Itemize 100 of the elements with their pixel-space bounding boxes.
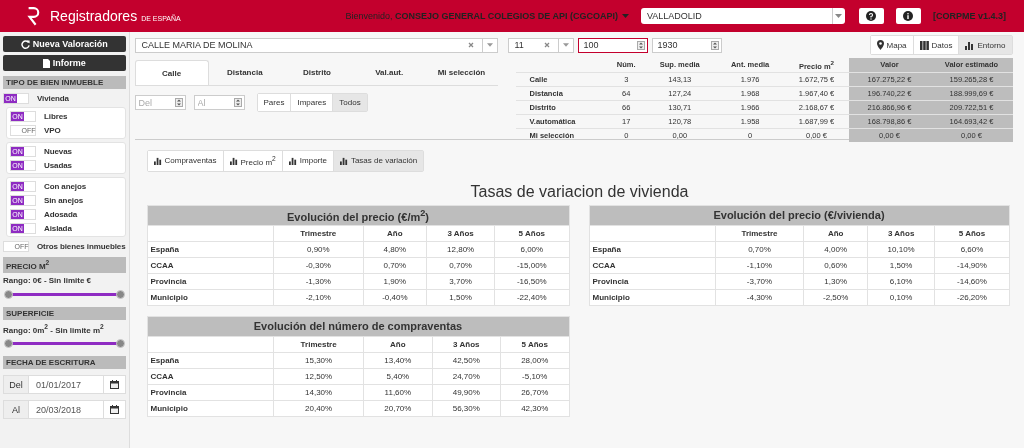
table-cell: 42,30% [500,400,569,417]
table-cell: -14,60% [934,273,1009,290]
section-heading: PRECIO M$^{2}$ [3,257,126,273]
column-header: 3 Años [426,225,495,242]
row-label: CCAA [147,368,274,385]
table-cell: 11,60% [363,384,433,401]
chart-tab[interactable]: Tasas de variación [333,151,424,171]
column-header: 3 Años [432,336,501,353]
parity-button[interactable]: Todos [333,94,367,111]
help-icon [866,11,877,21]
grid-icon [919,40,929,50]
toggle-label: Usadas [44,160,72,170]
table-cell: 26,70% [500,384,569,401]
table-cell: 3,70% [426,273,495,290]
row-label: Provincia [589,273,715,290]
number-field[interactable]: 100 [577,37,648,53]
table-cell: 13,40% [363,352,433,369]
range-text: Rango: 0m$^{2}$ - Sin limite m$^{2}$ [3,322,105,335]
table-cell: 0,70% [363,257,427,274]
row-label: España [147,352,274,369]
filter-tab[interactable]: Val.aut. [353,60,426,85]
bar-chart-icon [229,156,238,165]
toggle-label: Otros bienes inmuebles [37,241,126,251]
row-label: Municipio [147,400,274,417]
slider-handle[interactable] [116,339,125,349]
section-heading: FECHA DE ESCRITURA [3,356,126,370]
toggle-label: Sin anejos [44,195,83,205]
filter-tab[interactable]: Calle [134,60,209,85]
spinner-icon [233,98,242,107]
table-cell: -16,50% [494,273,569,290]
row-label: España [589,241,715,258]
row-label: Municipio [147,289,274,306]
dropdown-icon [831,8,845,24]
logo-icon [26,6,40,26]
column-header: 3 Años [867,225,935,242]
row-label: Provincia [147,273,274,290]
map-pin-icon [876,40,884,50]
parity-button[interactable]: Pares [257,94,292,111]
table-cell: 0,10% [867,289,935,306]
slider-handle[interactable] [3,289,13,299]
page-title: Tasas de variacion de vivienda [469,182,690,201]
toggle-label: Libres [44,111,68,121]
table-cell: -0,40% [363,289,427,306]
bar-chart-icon [965,40,975,50]
column-header: Año [804,225,868,242]
info-button[interactable] [895,8,921,24]
number-field[interactable]: Al [193,95,245,110]
slider-handle[interactable] [3,339,13,349]
table-cell: -3,70% [715,273,804,290]
bar-chart-icon [153,156,162,165]
map-button[interactable]: Mapa [870,36,914,54]
table-cell: 4,00% [804,241,868,258]
column-header: Trimestre [273,225,363,242]
toggle-label: Nuevas [44,146,72,156]
toggle-label: Adosada [44,209,78,219]
table-cell: -14,90% [934,257,1009,274]
table-cell: 1,50% [867,257,935,274]
version-label: [CORPME v1.4.3] [932,11,1006,21]
filter-tab[interactable]: Distrito [280,60,354,85]
table-cell: 42,50% [432,352,501,369]
clear-icon[interactable] [467,42,474,48]
toggle-label: Vivienda [37,93,69,103]
number-select[interactable]: 11 [507,37,574,53]
number-field[interactable]: 1930 [651,37,722,53]
table-cell: 6,60% [934,241,1009,258]
row-label: CCAA [147,257,274,274]
column-header: 5 Años [494,225,569,242]
help-button[interactable] [858,8,884,24]
table-cell: -22,40% [494,289,569,306]
bar-chart-icon [288,156,297,165]
dropdown-icon [481,38,493,52]
table-title: Evolución del precio (€/vivienda) [589,205,1009,226]
table-cell: 49,90% [432,384,501,401]
filter-tab[interactable]: Mi selección [425,60,498,85]
table-cell: 15,30% [273,352,364,369]
clear-icon[interactable] [543,42,550,48]
caret-icon [621,14,629,18]
dropdown-icon [557,38,569,52]
spinner-icon [636,40,645,50]
column-header: Año [363,225,427,242]
table-cell: 1,30% [804,273,868,290]
report-button[interactable]: Informe [3,55,126,71]
column-header: Año [363,336,433,353]
table-cell: 14,30% [273,384,364,401]
chart-tab[interactable]: Compraventas [147,151,224,171]
region-select[interactable]: VALLADOLID [640,8,845,24]
surroundings-button[interactable]: Entorno [959,36,1012,54]
filter-tab[interactable]: Distancia [208,60,281,85]
row-label: CCAA [589,257,715,274]
range-text: Rango: 0€ - Sin limite € [3,275,92,285]
column-header: 5 Años [500,336,569,353]
number-field[interactable]: Del [134,95,186,110]
row-label: Provincia [147,384,274,401]
table-cell: -5,10% [500,368,569,385]
new-valuation-button[interactable]: Nueva Valoración [3,36,126,52]
table-cell: 4,80% [363,241,427,258]
table-cell: -2,10% [273,289,363,306]
street-select[interactable]: CALLE MARIA DE MOLINA [134,37,498,53]
table-cell: 6,10% [867,273,935,290]
slider-handle[interactable] [116,289,125,299]
